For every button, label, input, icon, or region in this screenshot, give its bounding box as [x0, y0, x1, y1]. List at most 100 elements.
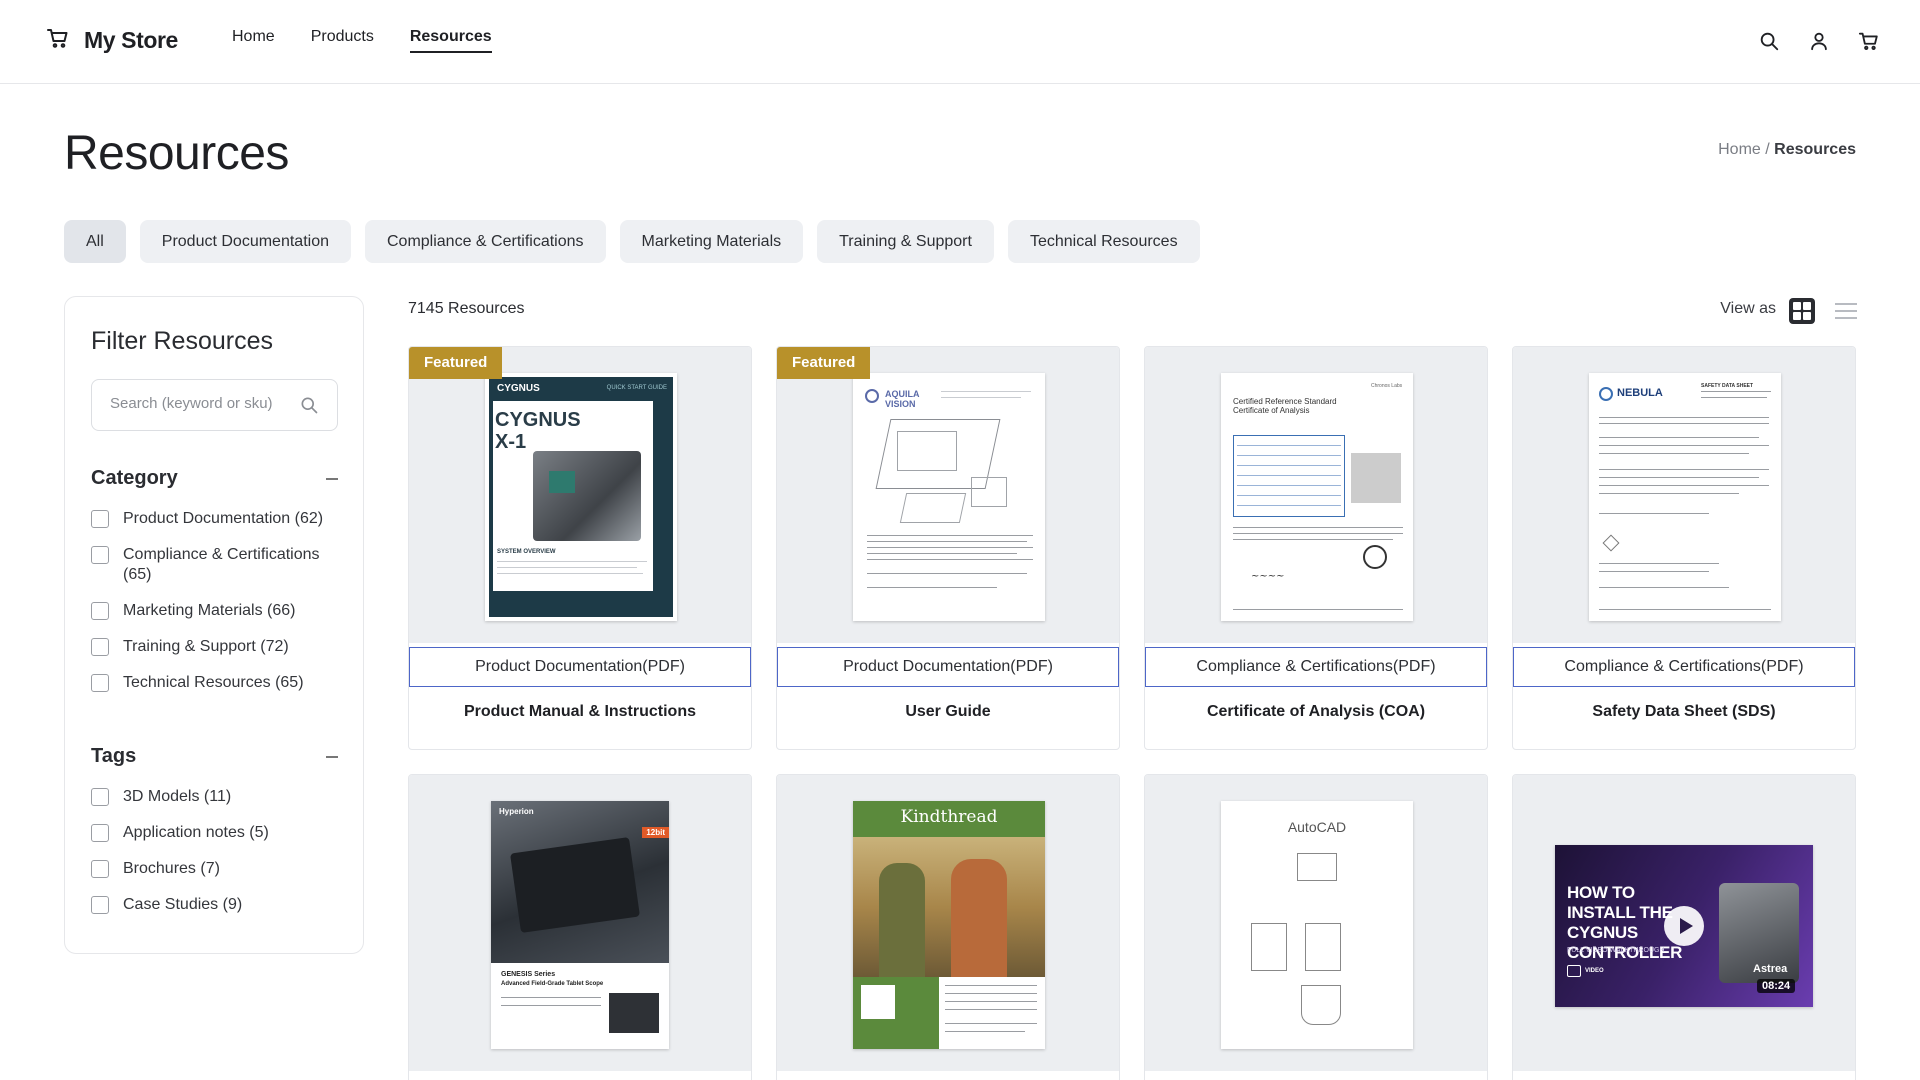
tag-option[interactable]: Brochures (7) [91, 859, 341, 879]
checkbox[interactable] [91, 638, 109, 656]
cart-icon[interactable] [1858, 30, 1880, 52]
collapse-icon[interactable] [326, 755, 338, 758]
resource-card[interactable]: HOW TO INSTALL THE CYGNUS CONTROLLER FUL… [1512, 774, 1856, 1080]
category-option-label: Training & Support (72) [123, 638, 289, 655]
checkbox[interactable] [91, 546, 109, 564]
resource-title[interactable]: Product Manual & Instructions [409, 703, 751, 721]
filter-search-input[interactable] [110, 395, 290, 412]
resource-card[interactable]: Kindthread [776, 774, 1120, 1080]
category-label: Category [91, 467, 178, 489]
tab-technical-resources[interactable]: Technical Resources [1007, 220, 1200, 263]
doc-subtitle: QUICK START GUIDE [606, 385, 667, 391]
category-list: Product Documentation (62) Compliance & … [91, 509, 341, 709]
play-icon[interactable] [1664, 906, 1704, 946]
category-option[interactable]: Training & Support (72) [91, 637, 341, 657]
resource-card[interactable]: Chronos Labs Certified Reference Standar… [1144, 346, 1488, 750]
card-thumbnail[interactable]: Chronos Labs Certified Reference Standar… [1145, 347, 1487, 643]
card-thumbnail[interactable]: Kindthread [777, 775, 1119, 1071]
checkbox[interactable] [91, 788, 109, 806]
tags-list: 3D Models (11) Application notes (5) Bro… [91, 787, 341, 931]
doc-brand: NEBULA [1617, 387, 1663, 399]
resource-card[interactable]: Hyperion 12bit GENESIS Series Advanced F… [408, 774, 752, 1080]
breadcrumb-home[interactable]: Home [1718, 141, 1761, 158]
doc-brand: CYGNUS [497, 383, 540, 394]
store-name: My Store [84, 27, 178, 53]
doc-brand: Hyperion [499, 807, 534, 816]
resource-card[interactable]: CYGNUS QUICK START GUIDE CYGNUS X-1 SYST… [408, 346, 752, 750]
card-thumbnail[interactable]: Hyperion 12bit GENESIS Series Advanced F… [409, 775, 751, 1071]
resource-title[interactable]: User Guide [777, 703, 1119, 721]
doc-subheading: Advanced Field-Grade Tablet Scope [501, 981, 604, 987]
card-thumbnail[interactable]: NEBULA SAFETY DATA SHEET [1513, 347, 1855, 643]
filter-sidebar: Filter Resources Category Product Docume… [64, 296, 364, 954]
tab-marketing-materials[interactable]: Marketing Materials [619, 220, 804, 263]
doc-badge: 12bit [642, 827, 669, 838]
resource-title[interactable]: Certificate of Analysis (COA) [1145, 703, 1487, 721]
doc-preview: CYGNUS QUICK START GUIDE CYGNUS X-1 SYST… [485, 373, 677, 621]
tab-all[interactable]: All [64, 220, 126, 263]
doc-preview: Hyperion 12bit GENESIS Series Advanced F… [491, 801, 669, 1049]
resource-type: Compliance & Certifications(PDF) [1513, 647, 1855, 687]
card-thumbnail[interactable]: CYGNUS QUICK START GUIDE CYGNUS X-1 SYST… [409, 347, 751, 643]
tags-section-header[interactable]: Tags [91, 745, 338, 768]
category-option[interactable]: Marketing Materials (66) [91, 601, 341, 621]
doc-brand: Kindthread [900, 807, 998, 827]
doc-heading: SAFETY DATA SHEET [1701, 383, 1754, 389]
main-nav: Home Products Resources [232, 28, 492, 53]
tag-option-label: Application notes (5) [123, 824, 269, 841]
checkbox[interactable] [91, 510, 109, 528]
nav-resources[interactable]: Resources [409, 28, 492, 53]
category-option[interactable]: Compliance & Certifications (65) [91, 545, 341, 585]
collapse-icon[interactable] [326, 477, 338, 480]
tag-option-label: 3D Models (11) [123, 788, 232, 805]
card-thumbnail[interactable]: AutoCAD [1145, 775, 1487, 1071]
resource-title[interactable]: Safety Data Sheet (SDS) [1513, 703, 1855, 721]
tag-option[interactable]: Case Studies (9) [91, 895, 341, 915]
resource-card[interactable]: AQUILA VISION Featured Product Documenta… [776, 346, 1120, 750]
card-thumbnail[interactable]: AQUILA VISION [777, 347, 1119, 643]
search-icon[interactable] [299, 395, 319, 415]
site-header: My Store Home Products Resources [0, 0, 1920, 84]
tags-label: Tags [91, 745, 137, 767]
doc-heading: CYGNUS X-1 [495, 409, 581, 453]
checkbox[interactable] [91, 674, 109, 692]
tag-option[interactable]: 3D Models (11) [91, 787, 341, 807]
tag-option-label: Brochures (7) [123, 860, 220, 877]
checkbox[interactable] [91, 602, 109, 620]
category-tabs: All Product Documentation Compliance & C… [64, 220, 1200, 263]
resource-card[interactable]: AutoCAD [1144, 774, 1488, 1080]
breadcrumb-current: Resources [1774, 141, 1856, 158]
card-thumbnail[interactable]: HOW TO INSTALL THE CYGNUS CONTROLLER FUL… [1513, 775, 1855, 1071]
tag-option[interactable]: Application notes (5) [91, 823, 341, 843]
header-actions [1758, 30, 1880, 52]
tab-product-documentation[interactable]: Product Documentation [139, 220, 351, 263]
account-icon[interactable] [1808, 30, 1830, 52]
video-label: VIDEO [1585, 968, 1604, 974]
video-brand: Astrea [1753, 963, 1788, 975]
resource-type: Product Documentation(PDF) [777, 647, 1119, 687]
checkbox[interactable] [91, 896, 109, 914]
store-logo[interactable]: My Store [46, 26, 178, 55]
view-as-label: View as [1720, 300, 1776, 317]
tab-training-support[interactable]: Training & Support [817, 220, 994, 263]
featured-badge: Featured [777, 347, 871, 379]
category-option-label: Product Documentation (62) [123, 510, 324, 527]
tag-option-label: Case Studies (9) [123, 896, 243, 913]
resource-card[interactable]: NEBULA SAFETY DATA SHEET Compliance & Ce… [1512, 346, 1856, 750]
tab-compliance-certifications[interactable]: Compliance & Certifications [364, 220, 606, 263]
category-option[interactable]: Technical Resources (65) [91, 673, 341, 693]
nav-products[interactable]: Products [311, 28, 374, 53]
breadcrumb: Home / Resources [1718, 141, 1856, 159]
checkbox[interactable] [91, 824, 109, 842]
page-title: Resources [64, 127, 289, 180]
nav-home[interactable]: Home [232, 28, 275, 53]
search-icon[interactable] [1758, 30, 1780, 52]
checkbox[interactable] [91, 860, 109, 878]
video-preview[interactable]: HOW TO INSTALL THE CYGNUS CONTROLLER FUL… [1555, 845, 1813, 1007]
resource-type: Product Documentation(PDF) [409, 647, 751, 687]
results-count: 7145 Resources [408, 300, 525, 317]
grid-view-icon[interactable] [1788, 297, 1816, 325]
category-section-header[interactable]: Category [91, 467, 338, 490]
category-option[interactable]: Product Documentation (62) [91, 509, 341, 529]
list-view-icon[interactable] [1832, 297, 1860, 325]
